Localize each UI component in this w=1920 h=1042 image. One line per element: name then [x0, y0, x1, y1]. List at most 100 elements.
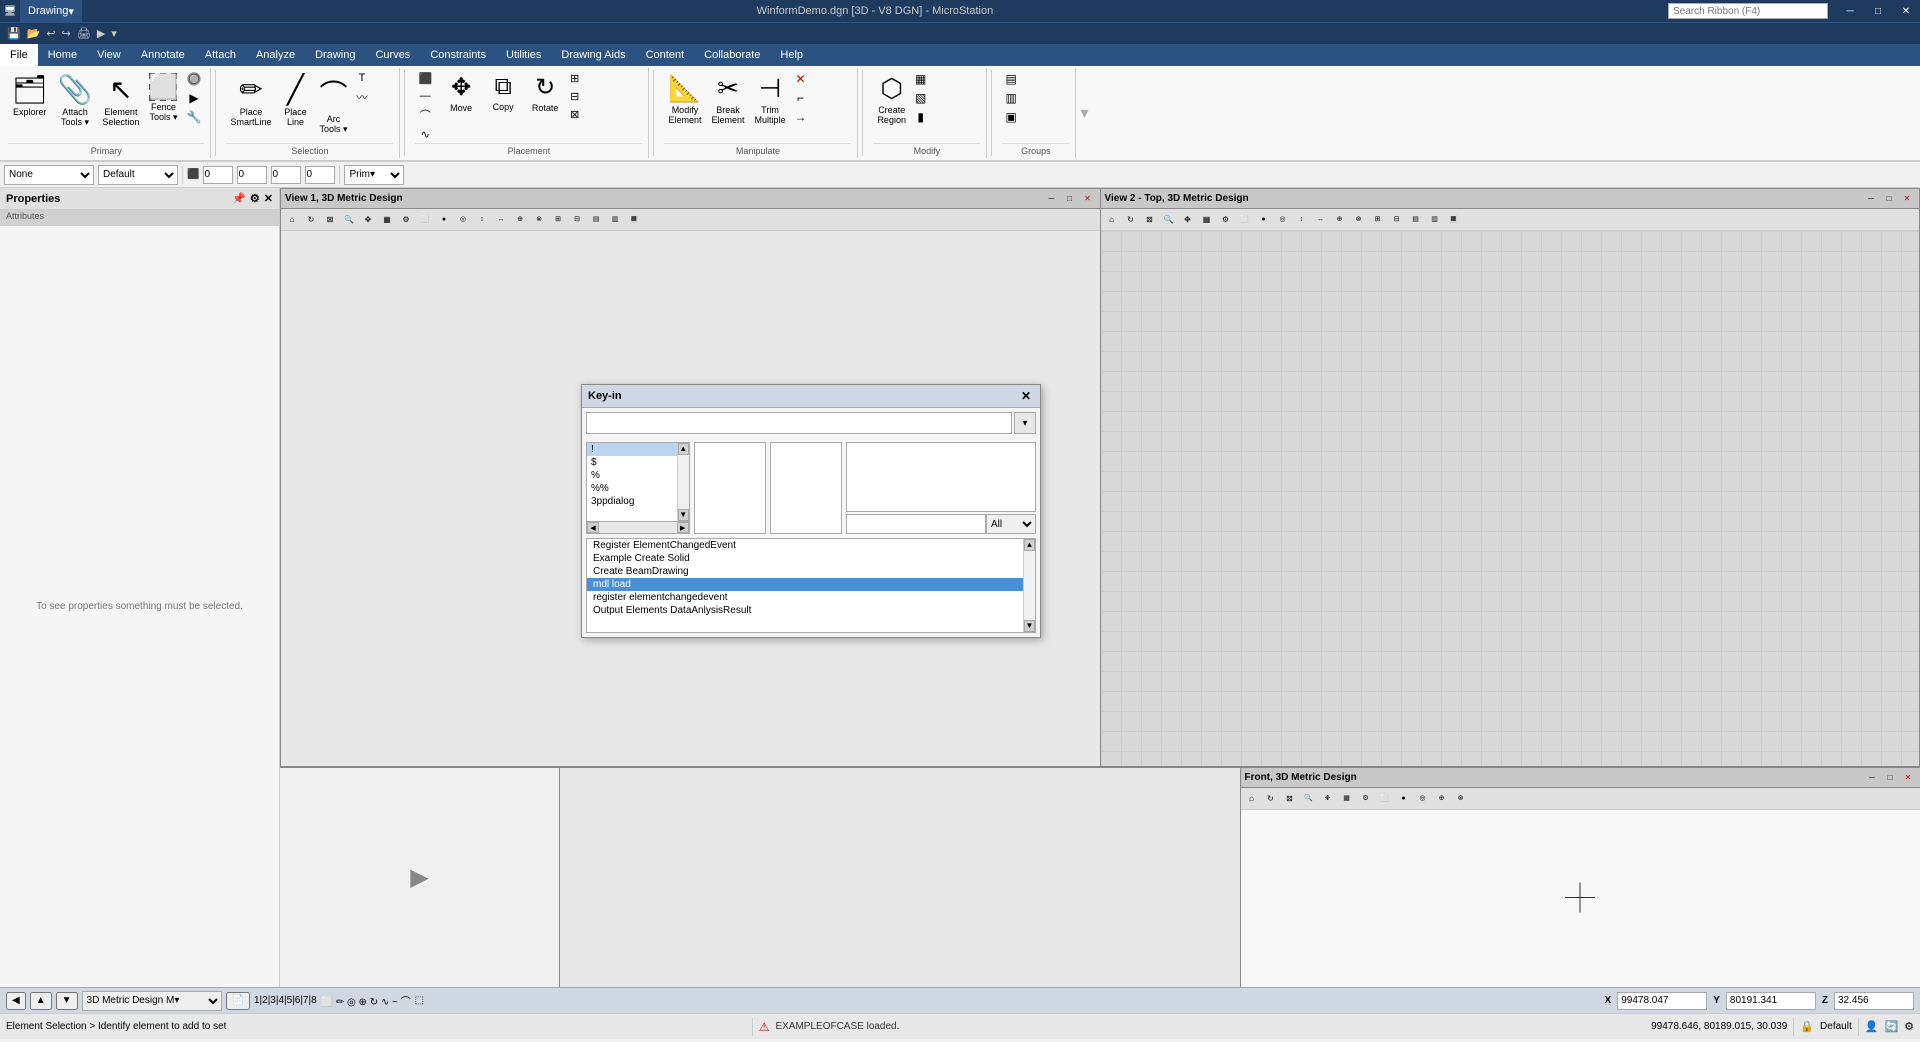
maximize-button[interactable]: □ [1864, 0, 1892, 22]
menu-utilities[interactable]: Utilities [496, 44, 551, 66]
keyin-sb-down[interactable]: ▼ [678, 509, 689, 521]
keyin-item-exclaim[interactable]: ! [587, 443, 677, 456]
view1-close[interactable]: ✕ [1080, 191, 1096, 207]
qa-print[interactable]: 🖨 [74, 27, 94, 40]
v1-zoom-in[interactable]: 🔍 [340, 210, 358, 228]
view3-restore[interactable]: □ [1882, 770, 1898, 786]
fence-tools-button[interactable]: ⬜ FenceTools ▾ [145, 70, 181, 126]
view2-restore[interactable]: □ [1881, 191, 1897, 207]
model-settings[interactable]: 📄 [226, 992, 250, 1010]
keyin-close-btn[interactable]: ✕ [1018, 388, 1034, 404]
v1-btn6[interactable]: ⊕ [511, 210, 529, 228]
v1-btn3[interactable]: ◎ [454, 210, 472, 228]
keyin-item-dollar[interactable]: $ [587, 456, 677, 469]
group-btn[interactable]: ▤ [1002, 70, 1019, 88]
v2-rotate[interactable]: ↻ [1122, 210, 1140, 228]
v2-pan[interactable]: ✥ [1179, 210, 1197, 228]
v1-btn1[interactable]: ⬜ [416, 210, 434, 228]
fill-btn[interactable]: ▮ [912, 108, 929, 126]
v3-btn1[interactable]: ⌂ [1243, 789, 1261, 807]
menu-attach[interactable]: Attach [195, 44, 246, 66]
v2-btn3[interactable]: ◎ [1274, 210, 1292, 228]
menu-curves[interactable]: Curves [365, 44, 420, 66]
menu-drawing-aids[interactable]: Drawing Aids [551, 44, 635, 66]
menu-analyze[interactable]: Analyze [246, 44, 305, 66]
v3-btn9[interactable]: ● [1395, 789, 1413, 807]
v1-pan[interactable]: ✥ [359, 210, 377, 228]
qa-dropdown[interactable]: ▾ [108, 27, 120, 40]
pattern-btn[interactable]: ▧ [912, 89, 929, 107]
align-btn[interactable]: ⊠ [567, 106, 582, 123]
v3-btn11[interactable]: ⊕ [1433, 789, 1451, 807]
v1-btn8[interactable]: ⊞ [549, 210, 567, 228]
file-dropdown[interactable]: Drawing ▾ [20, 0, 82, 22]
v2-home[interactable]: ⌂ [1103, 210, 1121, 228]
group3-btn[interactable]: ▣ [1002, 108, 1019, 126]
view3-min[interactable]: ─ [1864, 770, 1880, 786]
keyin-all-dropdown[interactable]: All [986, 514, 1036, 534]
history-item-1[interactable]: Register ElementChangedEvent [587, 539, 1023, 552]
fillet-btn[interactable]: ⌐ [792, 89, 810, 107]
v2-fit[interactable]: ⊠ [1141, 210, 1159, 228]
nav-down[interactable]: ▼ [56, 992, 78, 1010]
ribbon-expand-btn[interactable]: ▾ [1076, 103, 1088, 123]
v3-btn7[interactable]: ⚙ [1357, 789, 1375, 807]
break-element-button[interactable]: ✂ BreakElement [707, 70, 748, 128]
view2-close[interactable]: ✕ [1899, 191, 1915, 207]
minimize-button[interactable]: ─ [1836, 0, 1864, 22]
menu-view[interactable]: View [87, 44, 131, 66]
x-input[interactable] [1617, 992, 1707, 1010]
v3-btn8[interactable]: ⬜ [1376, 789, 1394, 807]
close-button[interactable]: ✕ [1892, 0, 1920, 22]
v1-btn12[interactable]: 🔳 [625, 210, 643, 228]
qa-undo[interactable]: ↩ [43, 27, 58, 40]
keyin-input[interactable] [586, 412, 1012, 434]
keyin-sb-up[interactable]: ▲ [678, 443, 689, 455]
history-item-3[interactable]: Create BeamDrawing [587, 565, 1023, 578]
v2-btn10[interactable]: ▤ [1407, 210, 1425, 228]
view3-close[interactable]: ✕ [1900, 770, 1916, 786]
create-region-button[interactable]: ⬡ CreateRegion [873, 70, 910, 128]
v3-btn5[interactable]: ✥ [1319, 789, 1337, 807]
text-small-btn[interactable]: T [354, 70, 371, 86]
nav-up[interactable]: ▲ [30, 992, 52, 1010]
v2-btn6[interactable]: ⊕ [1331, 210, 1349, 228]
menu-help[interactable]: Help [770, 44, 813, 66]
weight-input2[interactable] [237, 166, 267, 184]
v1-btn4[interactable]: ↕ [473, 210, 491, 228]
history-item-5[interactable]: register elementchangedevent [587, 591, 1023, 604]
line-small-btn[interactable]: — [415, 88, 435, 104]
element-selection-button[interactable]: ↖ ElementSelection [98, 70, 143, 130]
move-button[interactable]: ✥ Move [441, 70, 481, 123]
view1-restore[interactable]: □ [1062, 191, 1078, 207]
dot-small-btn[interactable]: ⬛ [415, 70, 435, 87]
qa-run[interactable]: ▶ [94, 27, 108, 40]
weight-input3[interactable] [271, 166, 301, 184]
model-dropdown[interactable]: 3D Metric Design M▾ [82, 991, 222, 1011]
qa-open[interactable]: 📂 [24, 27, 44, 40]
search-ribbon-input[interactable] [1668, 3, 1828, 19]
history-item-2[interactable]: Example Create Solid [587, 552, 1023, 565]
menu-file[interactable]: File [0, 44, 38, 66]
v2-btn2[interactable]: ● [1255, 210, 1273, 228]
keyin-item-doublepercent[interactable]: %% [587, 482, 677, 495]
v1-btn7[interactable]: ⊗ [530, 210, 548, 228]
delete-btn[interactable]: ✕ [792, 70, 810, 88]
view1-min[interactable]: ─ [1044, 191, 1060, 207]
v2-render[interactable]: ▦ [1198, 210, 1216, 228]
scale-btn[interactable]: ⊞ [567, 70, 582, 87]
properties-pin-icon[interactable]: 📌 [232, 192, 246, 205]
v1-btn9[interactable]: ⊟ [568, 210, 586, 228]
wave-small-btn[interactable]: 〰 [354, 87, 371, 107]
menu-constraints[interactable]: Constraints [420, 44, 496, 66]
ribbon-small-btn3[interactable]: 🔧 [183, 108, 204, 126]
v2-zoom[interactable]: 🔍 [1160, 210, 1178, 228]
v2-btn5[interactable]: ↔ [1312, 210, 1330, 228]
v1-btn11[interactable]: ▥ [606, 210, 624, 228]
qa-redo[interactable]: ↪ [59, 27, 74, 40]
arc-small-btn[interactable]: ⌒ [415, 105, 435, 125]
style-dropdown[interactable]: Prim▾ [344, 165, 404, 185]
nav-back[interactable]: ◀ [6, 992, 26, 1010]
y-input[interactable] [1726, 992, 1816, 1010]
modify-element-button[interactable]: 📐 ModifyElement [664, 70, 705, 128]
